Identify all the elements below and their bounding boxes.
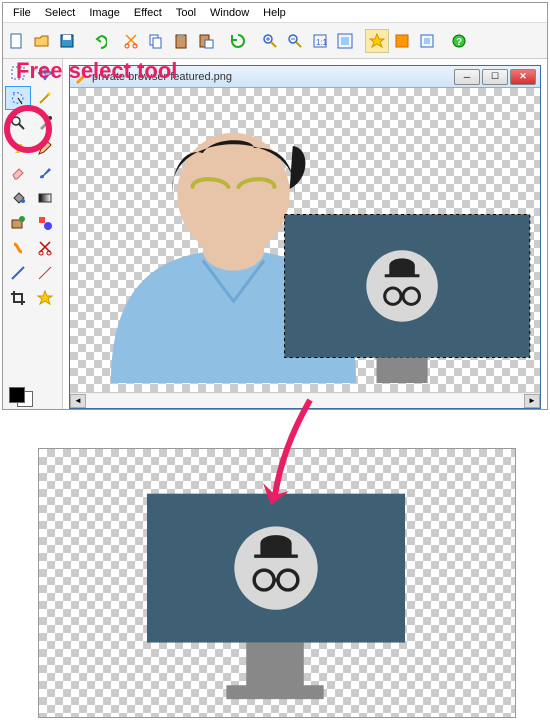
tool-paint-bucket[interactable]	[5, 186, 31, 210]
tool-scissors[interactable]	[32, 236, 58, 260]
menu-file[interactable]: File	[7, 5, 37, 21]
tool-brush[interactable]	[32, 161, 58, 185]
annotation-label: Free select tool	[16, 58, 177, 84]
main-toolbar: 1:1 ?	[3, 23, 547, 59]
annotation-circle	[4, 105, 52, 153]
annotation-arrow	[260, 395, 340, 515]
canvas[interactable]	[70, 88, 540, 392]
zoom-fit-button[interactable]	[333, 29, 357, 53]
save-button[interactable]	[55, 29, 79, 53]
refresh-button[interactable]	[226, 29, 250, 53]
tool-crop[interactable]	[5, 286, 31, 310]
zoom-out-button[interactable]	[283, 29, 307, 53]
tool-clone[interactable]	[5, 211, 31, 235]
maximize-button[interactable]: ☐	[482, 69, 508, 85]
layer2-button[interactable]	[415, 29, 439, 53]
close-button[interactable]: ✕	[510, 69, 536, 85]
tool-line[interactable]	[5, 261, 31, 285]
layer1-button[interactable]	[390, 29, 414, 53]
copy-button[interactable]	[144, 29, 168, 53]
menu-select[interactable]: Select	[39, 5, 82, 21]
open-button[interactable]	[30, 29, 54, 53]
favorite-button[interactable]	[365, 29, 389, 53]
menu-image[interactable]: Image	[83, 5, 126, 21]
help-button[interactable]: ?	[447, 29, 471, 53]
tool-gradient[interactable]	[32, 186, 58, 210]
tool-smudge[interactable]	[5, 236, 31, 260]
scroll-right-button[interactable]: ►	[524, 394, 540, 408]
zoom-in-button[interactable]	[258, 29, 282, 53]
tool-shapes[interactable]	[32, 211, 58, 235]
tool-star[interactable]	[32, 286, 58, 310]
tool-line2[interactable]	[32, 261, 58, 285]
menu-effect[interactable]: Effect	[128, 5, 168, 21]
menu-tool[interactable]: Tool	[170, 5, 202, 21]
menubar: File Select Image Effect Tool Window Hel…	[3, 3, 547, 23]
cut-button[interactable]	[119, 29, 143, 53]
document-window: private browser featured.png ─ ☐ ✕	[69, 65, 541, 409]
paste-new-button[interactable]	[194, 29, 218, 53]
foreground-color[interactable]	[9, 387, 25, 403]
color-swatches[interactable]	[3, 381, 63, 409]
workspace: T private browser featured.pn	[3, 59, 547, 409]
canvas-image	[70, 88, 540, 392]
scroll-left-button[interactable]: ◄	[70, 394, 86, 408]
new-button[interactable]	[5, 29, 29, 53]
tool-eraser[interactable]	[5, 161, 31, 185]
menu-window[interactable]: Window	[204, 5, 255, 21]
undo-button[interactable]	[87, 29, 111, 53]
canvas-area: private browser featured.png ─ ☐ ✕	[63, 59, 547, 409]
zoom-actual-button[interactable]: 1:1	[308, 29, 332, 53]
svg-text:1:1: 1:1	[316, 38, 328, 47]
svg-text:?: ?	[456, 37, 462, 48]
paste-button[interactable]	[169, 29, 193, 53]
minimize-button[interactable]: ─	[454, 69, 480, 85]
menu-help[interactable]: Help	[257, 5, 292, 21]
